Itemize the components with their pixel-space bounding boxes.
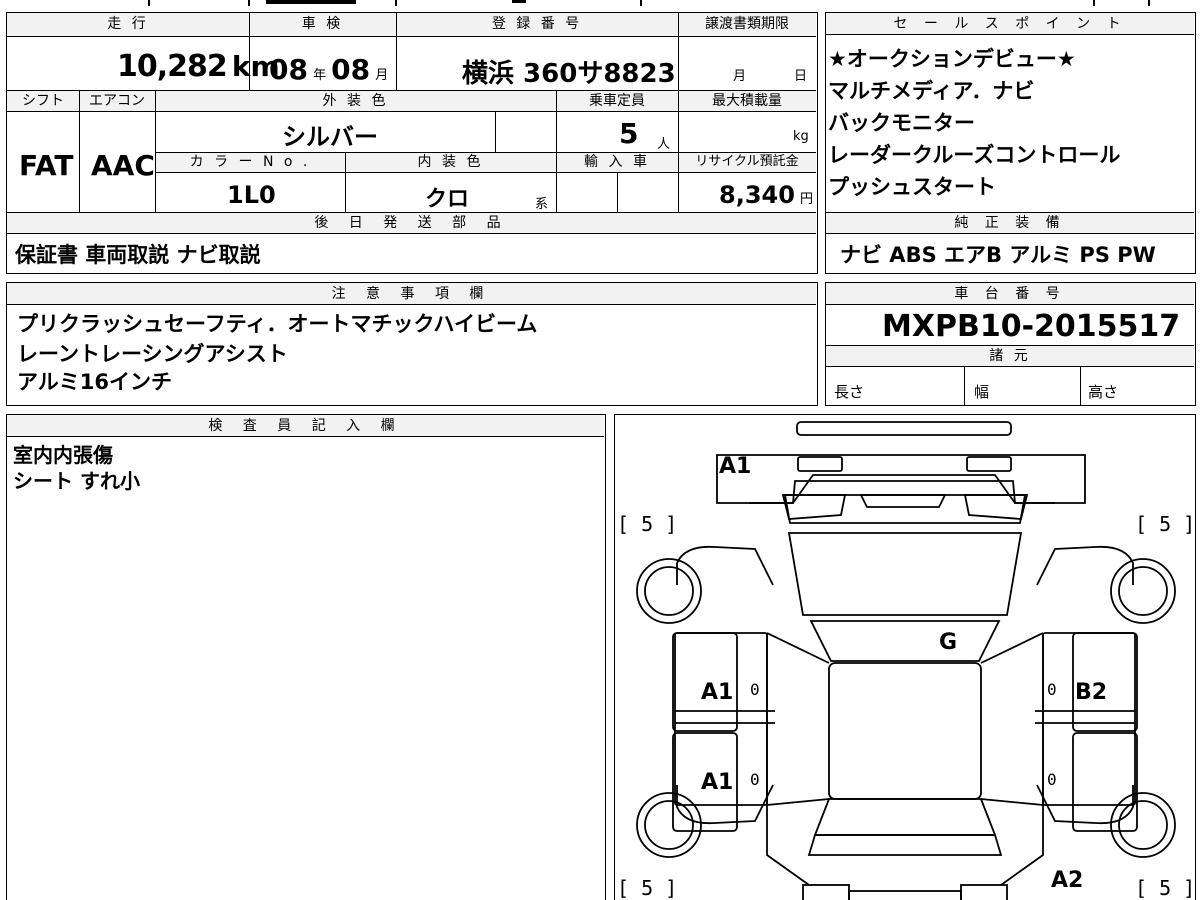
sales-point-item: レーダークルーズコントロール (828, 143, 1121, 167)
transfer-day-unit: 日 (794, 69, 808, 84)
later-parts-label: 後 日 発 送 部 品 (314, 215, 509, 231)
note-line: プリクラッシュセーフティ．オートマチックハイビーム (17, 312, 538, 336)
capacity-unit: 人 (657, 137, 671, 152)
shift-label: シフト (22, 93, 64, 109)
recycle-label: リサイクル預託金 (695, 154, 799, 169)
notes-panel: 注 意 事 項 欄 プリクラッシュセーフティ．オートマチックハイビーム レーント… (6, 282, 818, 406)
spec-height-label: 高さ (1088, 383, 1119, 401)
tire-depth-front-right: [ 5 ] (1135, 512, 1195, 536)
inspection-value: 08 年 08 月 (269, 53, 389, 86)
spec-width-label: 幅 (974, 383, 990, 401)
inspector-line: 室内内張傷 (13, 443, 113, 467)
car-diagram: A1 G A1 B2 A1 A2 0 0 0 0 [ 5 ] [ 5 ] [ 5… (617, 421, 1195, 900)
sales-points-title: セ ー ル ス ポ イ ン ト (826, 13, 1194, 35)
damage-mark-front: A1 (719, 454, 751, 479)
note-line: レーントレーシングアシスト (17, 342, 288, 366)
mileage-value: 10,282 km (117, 49, 280, 84)
capacity-value: 5 (619, 117, 639, 150)
top-partial-strip (0, 0, 1200, 6)
aircon-label: エアコン (89, 93, 145, 109)
sales-point-item: マルチメディア．ナビ (828, 79, 1035, 103)
interior-suffix: 系 (535, 197, 549, 212)
color-no-label: カ ラ ー N o . (189, 154, 311, 170)
color-no-value: 1L0 (227, 181, 276, 209)
max-load-unit: kg (793, 129, 809, 144)
aircon-value: AAC (91, 149, 155, 182)
equipment-value: ナビ ABS エアB アルミ PS PW (840, 243, 1156, 267)
chassis-panel: 車 台 番 号 MXPB10-2015517 諸 元 長さ 幅 高さ (825, 282, 1196, 406)
sales-point-item: ★オークションデビュー★ (828, 47, 1076, 71)
vehicle-info-table: 走 行 車 検 登 録 番 号 譲渡書類期限 10,282 km 08 年 08… (6, 12, 818, 274)
registration-value: 横浜 360サ8823 (462, 59, 676, 89)
mileage-label: 走 行 (107, 16, 149, 32)
chassis-number: MXPB10-2015517 (882, 309, 1181, 344)
sales-point-item: プッシュスタート (828, 175, 996, 199)
inspection-label: 車 検 (301, 16, 344, 32)
capacity-label: 乗車定員 (589, 93, 645, 109)
zero-mark: 0 (750, 770, 760, 789)
note-line: アルミ16インチ (17, 370, 173, 394)
damage-mark-roof: G (939, 630, 957, 655)
shift-value: FAT (19, 149, 74, 182)
inspector-line: シート すれ小 (13, 469, 140, 493)
tire-depth-rear-left: [ 5 ] (617, 876, 677, 900)
inspector-title: 検 査 員 記 入 欄 (7, 415, 604, 437)
sales-points-panel: セ ー ル ス ポ イ ン ト ★オークションデビュー★ マルチメディア．ナビ … (825, 12, 1196, 274)
import-label: 輸 入 車 (584, 154, 650, 170)
chassis-title: 車 台 番 号 (826, 283, 1194, 305)
exterior-color-label: 外 装 色 (322, 93, 389, 109)
notes-title: 注 意 事 項 欄 (7, 283, 816, 305)
damage-mark-left-front-door: A1 (701, 680, 733, 705)
zero-mark: 0 (1047, 770, 1057, 789)
transfer-deadline-label: 譲渡書類期限 (705, 16, 789, 32)
exterior-color-value: シルバー (282, 123, 378, 151)
transfer-month-unit: 月 (733, 69, 747, 84)
tire-depth-front-left: [ 5 ] (617, 512, 677, 536)
later-parts-value: 保証書 車両取説 ナビ取説 (15, 243, 261, 267)
spec-length-label: 長さ (834, 383, 865, 401)
inspector-panel: 検 査 員 記 入 欄 室内内張傷 シート すれ小 (6, 414, 606, 900)
equipment-title: 純 正 装 備 (954, 215, 1066, 231)
registration-label: 登 録 番 号 (491, 16, 583, 32)
damage-mark-right-front-door: B2 (1075, 680, 1107, 705)
zero-mark: 0 (1047, 680, 1057, 699)
spec-title: 諸 元 (989, 348, 1031, 364)
recycle-value: 8,340 円 (719, 181, 814, 209)
tire-depth-rear-right: [ 5 ] (1135, 876, 1195, 900)
interior-color-value: クロ (425, 187, 470, 212)
zero-mark: 0 (750, 680, 760, 699)
sales-points-list: ★オークションデビュー★ マルチメディア．ナビ バックモニター レーダークルーズ… (828, 43, 1120, 203)
sales-point-item: バックモニター (828, 111, 975, 135)
max-load-label: 最大積載量 (712, 93, 782, 109)
damage-mark-left-rear-door: A1 (701, 770, 733, 795)
interior-color-label: 内 装 色 (417, 154, 484, 170)
damage-diagram-panel: A1 G A1 B2 A1 A2 0 0 0 0 [ 5 ] [ 5 ] [ 5… (614, 414, 1196, 900)
damage-mark-rear-right: A2 (1051, 868, 1083, 893)
